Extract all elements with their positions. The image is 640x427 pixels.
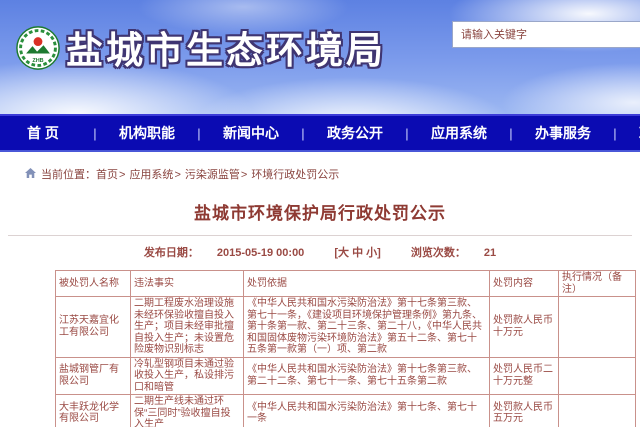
breadcrumb-link[interactable]: 污染源监管 (185, 169, 240, 181)
table-cell: 处罚款人民币十万元 (490, 297, 559, 358)
nav-separator: | (502, 126, 520, 141)
svg-text:ZHB: ZHB (32, 58, 43, 64)
table-cell: 《中华人民共和国水污染防治法》第十七条、第七十一条 (244, 395, 490, 427)
page-title: 盐城市环境保护局行政处罚公示 (0, 199, 640, 224)
view-count: 浏览次数： 21 (402, 247, 505, 259)
breadcrumb: 当前位置： 首页>应用系统>污染源监管>环境行政处罚公示 (25, 166, 640, 182)
nav-item-3[interactable]: 政务公开 (312, 123, 398, 143)
nav-item-5[interactable]: 办事服务 (520, 123, 606, 143)
table-row: 江苏天嘉宜化工有限公司二期工程废水治理设施未经环保验收擅自投入生产；项目未经审批… (56, 297, 636, 358)
publish-date-value: 2015-05-19 00:00 (217, 247, 304, 259)
nav-separator: | (398, 126, 416, 141)
penalty-table: 被处罚人名称违法事实处罚依据处罚内容执行情况（备注） 江苏天嘉宜化工有限公司二期… (55, 270, 636, 427)
table-cell: 处罚人民币二十万元整 (490, 357, 559, 395)
nav-separator: | (190, 126, 208, 141)
nav-item-0[interactable]: 首 页 (0, 123, 86, 143)
table-header-cell: 被处罚人名称 (56, 271, 131, 297)
nav-separator: | (606, 126, 624, 141)
penalty-table-body: 江苏天嘉宜化工有限公司二期工程废水治理设施未经环保验收擅自投入生产；项目未经审批… (56, 297, 636, 427)
nav-separator: | (86, 126, 104, 141)
main-nav: 首 页|机构职能|新闻中心|政务公开|应用系统|办事服务|政民互动 (0, 114, 640, 152)
font-size-switcher[interactable]: [大 中 小] (334, 247, 380, 259)
table-cell: 二期生产线未通过环保“三同时”验收擅自投入生产 (131, 395, 244, 427)
table-header-row: 被处罚人名称违法事实处罚依据处罚内容执行情况（备注） (56, 271, 636, 297)
breadcrumb-link[interactable]: 环境行政处罚公示 (251, 169, 339, 181)
view-count-label: 浏览次数： (411, 247, 466, 259)
table-cell (559, 395, 636, 427)
site-title: 盐城市生态环境局 (66, 20, 386, 74)
nav-item-2[interactable]: 新闻中心 (208, 123, 294, 143)
breadcrumb-links: 首页>应用系统>污染源监管>环境行政处罚公示 (96, 166, 339, 182)
table-cell (559, 357, 636, 395)
breadcrumb-separator: > (241, 169, 247, 181)
table-row: 大丰跃龙化学有限公司二期生产线未通过环保“三同时”验收擅自投入生产《中华人民共和… (56, 395, 636, 427)
table-row: 盐城钢管厂有限公司冷轧型钢项目未通过验收投入生产，私设排污口和暗管《中华人民共和… (56, 357, 636, 395)
table-header-cell: 处罚依据 (244, 271, 490, 297)
table-cell: 大丰跃龙化学有限公司 (56, 395, 131, 427)
table-cell: 盐城钢管厂有限公司 (56, 357, 131, 395)
table-cell (559, 297, 636, 358)
site-banner: ZHB 盐城市生态环境局 (0, 0, 640, 114)
table-cell: 江苏天嘉宜化工有限公司 (56, 297, 131, 358)
publish-date-label: 发布日期： (144, 247, 199, 259)
breadcrumb-link[interactable]: 应用系统 (129, 169, 173, 181)
table-header-cell: 执行情况（备注） (559, 271, 636, 297)
publish-date: 发布日期： 2015-05-19 00:00 (135, 247, 313, 259)
environment-emblem-icon[interactable]: ZHB (16, 26, 60, 70)
article-meta: 发布日期： 2015-05-19 00:00 [大 中 小] 浏览次数： 21 (0, 244, 640, 260)
nav-item-1[interactable]: 机构职能 (104, 123, 190, 143)
breadcrumb-separator: > (119, 169, 125, 181)
view-count-value: 21 (484, 247, 496, 259)
home-icon (25, 168, 36, 181)
table-cell: 处罚款人民币五万元 (490, 395, 559, 427)
table-header-cell: 处罚内容 (490, 271, 559, 297)
table-header-cell: 违法事实 (131, 271, 244, 297)
nav-item-6[interactable]: 政民互动 (624, 123, 640, 143)
table-cell: 《中华人民共和国水污染防治法》第十七条第三款、第七十一条，《建设项目环境保护管理… (244, 297, 490, 358)
nav-item-4[interactable]: 应用系统 (416, 123, 502, 143)
breadcrumb-separator: > (174, 169, 180, 181)
title-divider (8, 235, 632, 236)
main-nav-items: 首 页|机构职能|新闻中心|政务公开|应用系统|办事服务|政民互动 (0, 116, 640, 150)
table-cell: 《中华人民共和国水污染防治法》第十七条第三款、第二十二条、第七十一条、第七十五条… (244, 357, 490, 395)
table-cell: 二期工程废水治理设施未经环保验收擅自投入生产；项目未经审批擅自投入生产；未设置危… (131, 297, 244, 358)
breadcrumb-link[interactable]: 首页 (96, 169, 118, 181)
search-input[interactable] (452, 21, 640, 48)
penalty-table-head: 被处罚人名称违法事实处罚依据处罚内容执行情况（备注） (56, 271, 636, 297)
table-cell: 冷轧型钢项目未通过验收投入生产，私设排污口和暗管 (131, 357, 244, 395)
breadcrumb-prefix: 当前位置： (41, 166, 96, 182)
nav-separator: | (294, 126, 312, 141)
